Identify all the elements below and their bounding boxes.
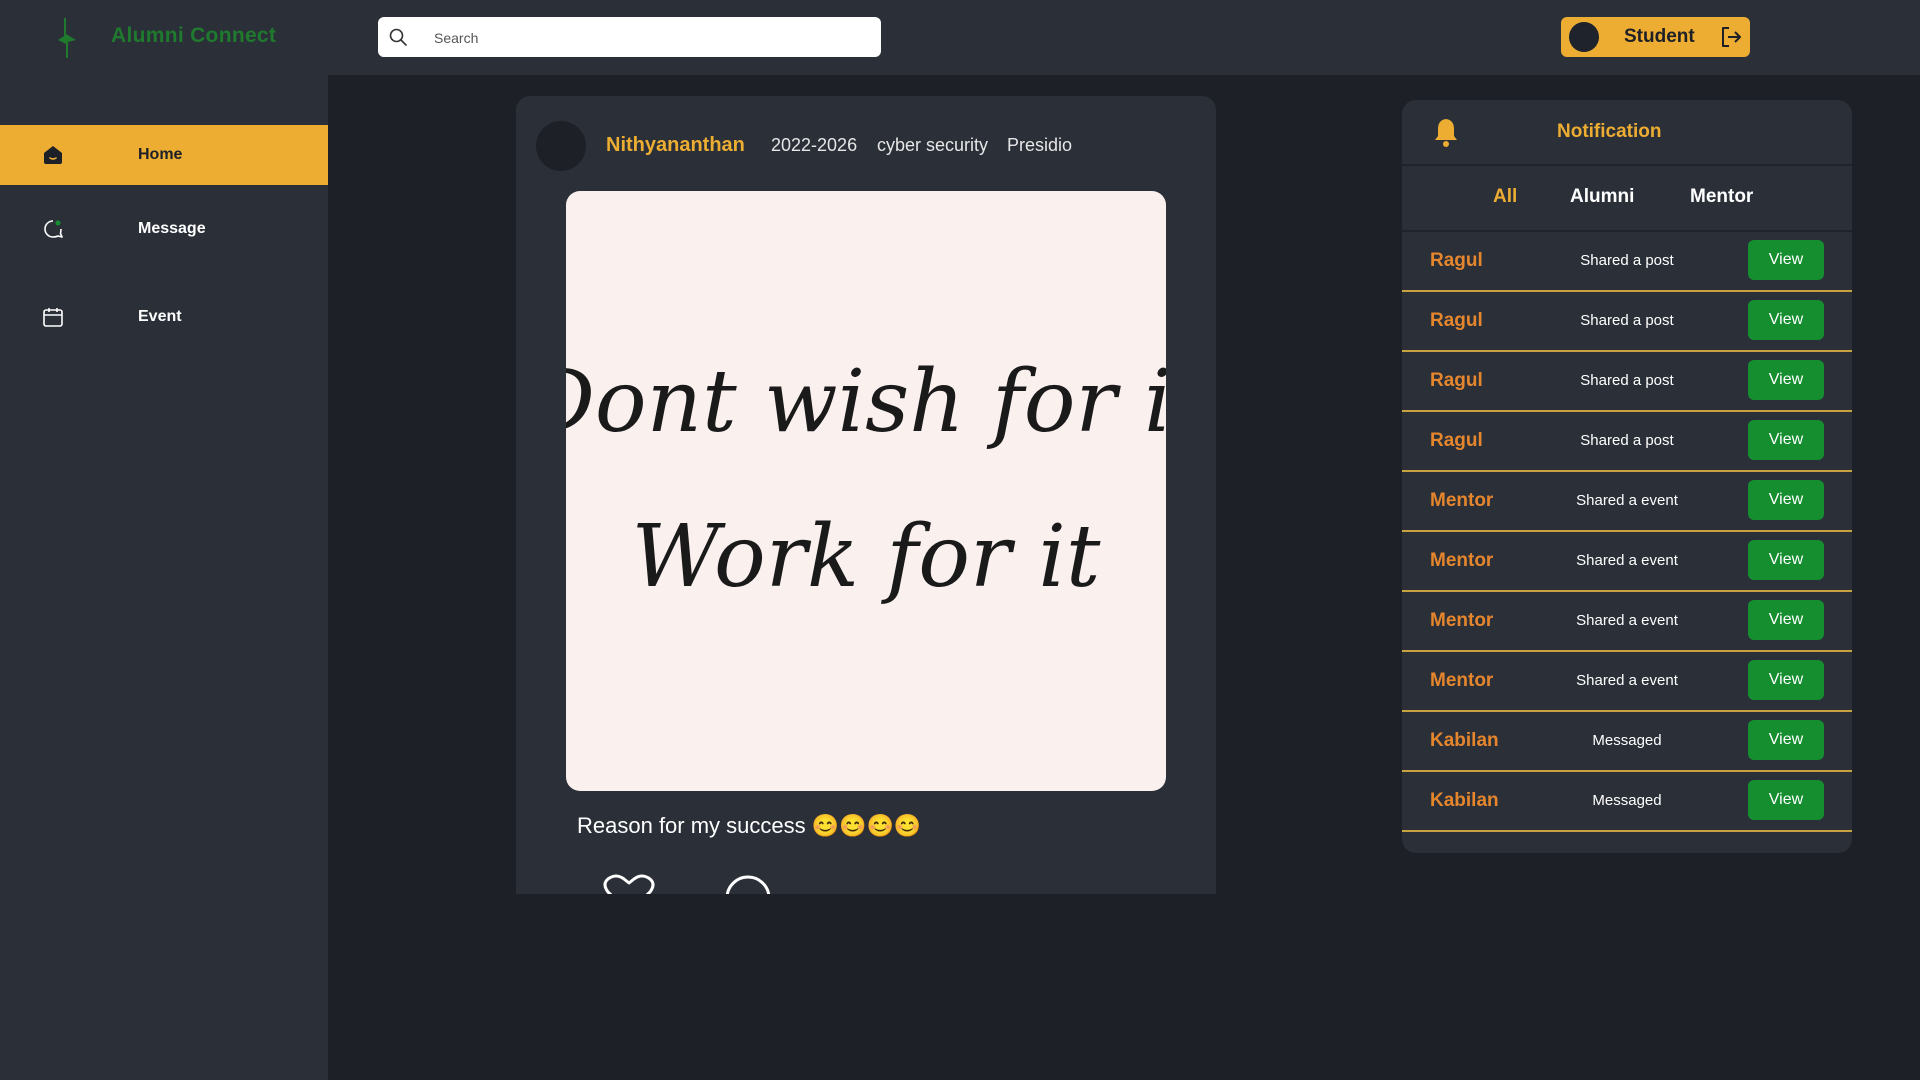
- notification-action: Shared a post: [1580, 312, 1674, 329]
- notification-row: Kabilan Messaged View: [1402, 772, 1852, 832]
- sidebar-item-label: Message: [138, 220, 206, 237]
- post-image[interactable]: Dont wish for it Work for it: [566, 191, 1166, 791]
- calendar-icon: [43, 308, 63, 327]
- user-menu[interactable]: Student: [1561, 17, 1750, 57]
- post-caption: Reason for my success 😊😊😊😊: [577, 813, 922, 838]
- view-button[interactable]: View: [1748, 360, 1824, 400]
- view-button[interactable]: View: [1748, 660, 1824, 700]
- sidebar: Home Message Event: [0, 75, 328, 1080]
- message-icon: [44, 220, 63, 238]
- notification-sender[interactable]: Kabilan: [1430, 790, 1499, 812]
- notification-sender[interactable]: Mentor: [1430, 670, 1493, 692]
- post-company: Presidio: [1007, 135, 1073, 155]
- tab-mentor[interactable]: Mentor: [1690, 186, 1753, 208]
- notification-panel: Notification All Alumni Mentor Ragul Sha…: [1402, 100, 1852, 853]
- notification-sender[interactable]: Kabilan: [1430, 730, 1499, 752]
- notification-action: Shared a post: [1580, 432, 1674, 449]
- avatar[interactable]: [536, 121, 586, 171]
- notification-row: Mentor Shared a event View: [1402, 472, 1852, 532]
- bell-icon: [1435, 119, 1457, 147]
- notification-action: Shared a event: [1576, 552, 1678, 569]
- brand-name[interactable]: Alumni Connect: [111, 24, 276, 48]
- view-button[interactable]: View: [1748, 420, 1824, 460]
- notification-sender[interactable]: Ragul: [1430, 250, 1483, 272]
- search-input[interactable]: [432, 25, 866, 51]
- view-button[interactable]: View: [1748, 300, 1824, 340]
- search-bar[interactable]: [378, 17, 881, 57]
- notification-sender[interactable]: Ragul: [1430, 310, 1483, 332]
- view-button[interactable]: View: [1748, 720, 1824, 760]
- view-button[interactable]: View: [1748, 540, 1824, 580]
- post-department: cyber security: [877, 135, 989, 155]
- notification-row: Kabilan Messaged View: [1402, 712, 1852, 772]
- sidebar-item-label: Event: [138, 308, 182, 325]
- lightning-logo-icon: [58, 18, 76, 58]
- notification-header: Notification: [1402, 100, 1852, 166]
- heart-icon[interactable]: [602, 874, 656, 894]
- notification-action: Shared a post: [1580, 252, 1674, 269]
- quote-line-1: Dont wish for it: [566, 352, 1166, 452]
- view-button[interactable]: View: [1748, 780, 1824, 820]
- sidebar-item-label: Home: [138, 146, 183, 163]
- notification-filter-tabs: All Alumni Mentor: [1402, 166, 1852, 232]
- logout-icon[interactable]: [1719, 25, 1743, 49]
- notification-action: Messaged: [1592, 792, 1662, 809]
- comment-icon[interactable]: [724, 874, 772, 894]
- post-card: Nithyananthan 2022-2026 cyber security P…: [516, 96, 1216, 894]
- notification-sender[interactable]: Mentor: [1430, 610, 1493, 632]
- notification-row: Ragul Shared a post View: [1402, 232, 1852, 292]
- notification-row: Mentor Shared a event View: [1402, 652, 1852, 712]
- view-button[interactable]: View: [1748, 600, 1824, 640]
- sidebar-item-event[interactable]: Event: [0, 287, 328, 347]
- notification-action: Shared a event: [1576, 672, 1678, 689]
- notification-row: Mentor Shared a event View: [1402, 592, 1852, 652]
- tab-all[interactable]: All: [1493, 186, 1517, 208]
- notification-sender[interactable]: Mentor: [1430, 490, 1493, 512]
- notification-sender[interactable]: Mentor: [1430, 550, 1493, 572]
- notification-row: Ragul Shared a post View: [1402, 352, 1852, 412]
- notification-action: Shared a event: [1576, 492, 1678, 509]
- quote-line-2: Work for it: [631, 507, 1100, 607]
- post-image-artwork: Dont wish for it Work for it: [566, 352, 1166, 607]
- notification-action: Messaged: [1592, 732, 1662, 749]
- notification-action: Shared a event: [1576, 612, 1678, 629]
- avatar[interactable]: [1569, 22, 1599, 52]
- notification-sender[interactable]: Ragul: [1430, 370, 1483, 392]
- tab-alumni[interactable]: Alumni: [1570, 186, 1634, 208]
- notification-row: Ragul Shared a post View: [1402, 412, 1852, 472]
- notification-row: Ragul Shared a post View: [1402, 292, 1852, 352]
- notification-title: Notification: [1557, 121, 1662, 142]
- post-batch: 2022-2026: [771, 135, 858, 155]
- user-role: Student: [1624, 26, 1695, 47]
- view-button[interactable]: View: [1748, 480, 1824, 520]
- notification-action: Shared a post: [1580, 372, 1674, 389]
- sidebar-item-home[interactable]: Home: [0, 125, 328, 185]
- notification-sender[interactable]: Ragul: [1430, 430, 1483, 452]
- sidebar-item-message[interactable]: Message: [0, 199, 328, 259]
- notification-row: Mentor Shared a event View: [1402, 532, 1852, 592]
- home-icon: [44, 146, 62, 164]
- post-author[interactable]: Nithyananthan: [606, 134, 745, 157]
- top-bar: Alumni Connect Student: [0, 0, 1920, 75]
- search-icon: [389, 28, 407, 46]
- view-button[interactable]: View: [1748, 240, 1824, 280]
